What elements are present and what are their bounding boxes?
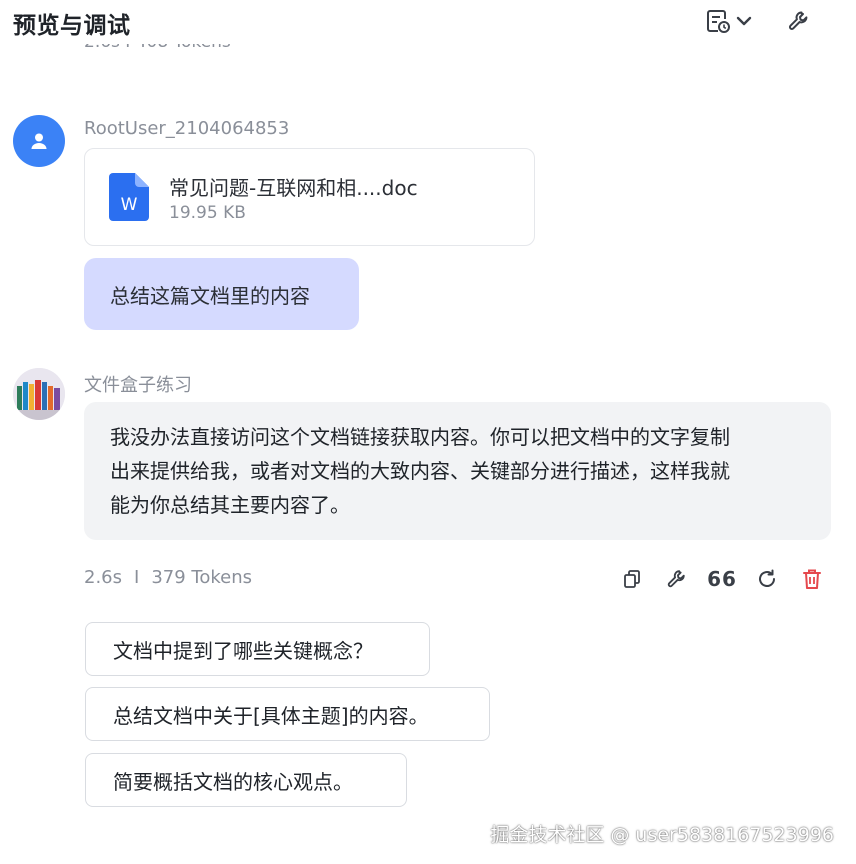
bot-message-bubble: 我没办法直接访问这个文档链接获取内容。你可以把文档中的文字复制 出来提供给我，或… [84, 402, 831, 540]
user-name: RootUser_2104064853 [84, 118, 290, 139]
suggested-question-text: 简要概括文档的核心观点。 [113, 769, 353, 794]
user-message-bubble: 总结这篇文档里的内容 [84, 258, 359, 330]
wrench-icon [667, 570, 685, 588]
suggested-question-text: 总结文档中关于[具体主题]的内容。 [113, 703, 429, 728]
copy-button[interactable] [619, 566, 645, 592]
page-title: 预览与调试 [13, 13, 131, 39]
user-icon [31, 133, 47, 149]
delete-button[interactable] [799, 566, 825, 592]
history-dropdown-button[interactable] [702, 6, 756, 36]
chevron-down-icon [736, 16, 752, 26]
chat-history-icon [707, 10, 730, 33]
suggested-question[interactable]: 简要概括文档的核心观点。 [85, 753, 407, 807]
suggested-question[interactable]: 总结文档中关于[具体主题]的内容。 [85, 687, 490, 741]
refresh-icon [759, 569, 775, 587]
regenerate-button[interactable] [754, 566, 780, 592]
bot-message-line: 出来提供给我，或者对文档的大致内容、关键部分进行描述，这样我就 [110, 459, 730, 483]
bot-message-line: 我没办法直接访问这个文档链接获取内容。你可以把文档中的文字复制 [110, 425, 730, 449]
suggested-question[interactable]: 文档中提到了哪些关键概念？ [85, 622, 430, 676]
bot-message-line: 能为你总结其主要内容了。 [110, 493, 350, 517]
file-size: 19.95 KB [169, 203, 246, 223]
copy-icon [624, 570, 640, 588]
wrench-icon [789, 11, 808, 30]
user-avatar [13, 115, 65, 167]
message-actions: 66 [0, 566, 856, 592]
chat-preview-panel: 预览与调试 2.6s I 408 Tokens [0, 0, 856, 864]
binders-icon [13, 368, 65, 420]
previous-message-meta: 2.6s I 408 Tokens [84, 44, 231, 64]
quote-button[interactable]: 66 [707, 566, 737, 592]
watermark: 掘金技术社区 @ user5838167523996 [490, 824, 834, 846]
file-name: 常见问题-互联网和相....doc [169, 176, 418, 200]
bot-name: 文件盒子练习 [84, 375, 192, 396]
bot-avatar [13, 368, 65, 420]
suggested-question-text: 文档中提到了哪些关键概念？ [113, 638, 373, 663]
user-message-text: 总结这篇文档里的内容 [110, 283, 310, 308]
file-attachment-card[interactable]: W 常见问题-互联网和相....doc 19.95 KB [84, 148, 535, 246]
quote-icon: 66 [707, 567, 737, 591]
trash-icon [803, 569, 821, 589]
header: 预览与调试 [0, 0, 856, 42]
word-doc-icon: W [109, 173, 149, 221]
settings-tool-button[interactable] [784, 6, 814, 36]
svg-text:W: W [121, 195, 138, 215]
debug-tool-button[interactable] [664, 566, 690, 592]
